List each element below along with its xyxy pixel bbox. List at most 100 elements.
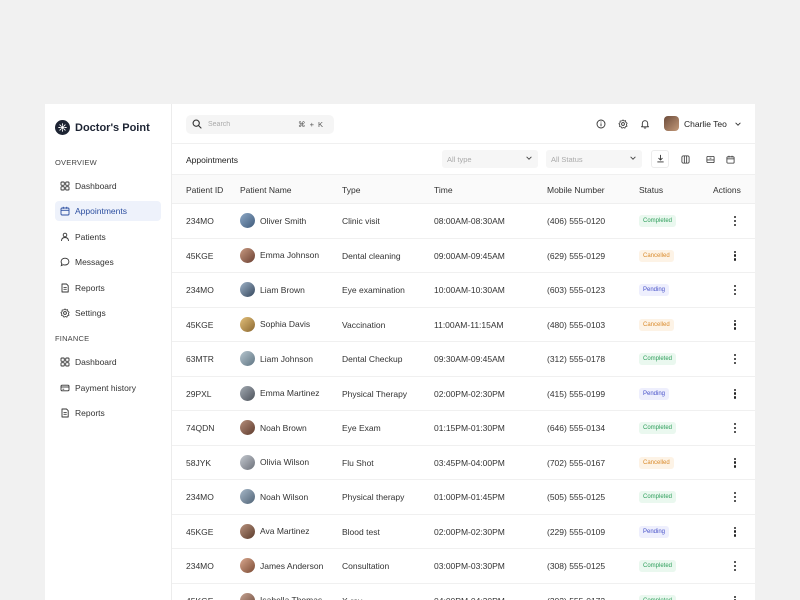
patient-name-cell[interactable]: Isabella Thomas	[240, 592, 322, 600]
avatar	[240, 558, 255, 573]
patient-name-cell[interactable]: Noah Wilson	[240, 489, 308, 504]
mobile-number: (702) 555-0167	[547, 457, 606, 468]
chevron-down-icon	[734, 120, 742, 128]
patient-name-cell[interactable]: Sophia Davis	[240, 316, 310, 332]
sidebar-item-dashboard[interactable]: Dashboard	[55, 176, 161, 196]
patient-name-cell[interactable]: Emma Martinez	[240, 385, 320, 401]
column-header-time[interactable]: Time	[434, 185, 453, 195]
table-row[interactable]: 63MTR Liam Johnson Dental Checkup 09:30AM-0…	[172, 342, 755, 377]
patient-name-cell[interactable]: Oliver Smith	[240, 213, 306, 228]
sidebar-section-finance: FINANCE	[55, 334, 90, 343]
patient-id: 45KGE	[186, 319, 214, 330]
avatar	[240, 489, 255, 504]
sidebar-item-dashboard[interactable]: Dashboard	[55, 352, 161, 372]
payment-icon	[60, 383, 70, 393]
sidebar-item-label: Appointments	[75, 206, 127, 216]
column-header-patient-id[interactable]: Patient ID	[186, 185, 223, 195]
more-actions-icon[interactable]	[732, 491, 738, 503]
more-actions-icon[interactable]	[732, 422, 738, 434]
patient-name-cell[interactable]: James Anderson	[240, 558, 323, 573]
sidebar-item-messages[interactable]: Messages	[55, 252, 161, 272]
table-row[interactable]: 45KGE Isabella Thomas X-ray 04:00PM-04:30PM…	[172, 584, 755, 600]
more-actions-icon[interactable]	[732, 250, 738, 262]
table-row[interactable]: 234MO Liam Brown Eye examination 10:00AM-10…	[172, 273, 755, 308]
report-icon	[60, 283, 70, 293]
bell-icon[interactable]	[639, 118, 651, 130]
chevron-down-icon	[525, 154, 533, 164]
patient-name-cell[interactable]: Noah Brown	[240, 420, 307, 435]
gear-icon[interactable]	[617, 118, 629, 130]
more-actions-icon[interactable]	[732, 526, 738, 538]
appointment-time: 02:00PM-02:30PM	[434, 388, 505, 399]
avatar	[664, 116, 679, 131]
table-row[interactable]: 45KGE Ava Martinez Blood test 02:00PM-02:30…	[172, 515, 755, 549]
sidebar-item-settings[interactable]: Settings	[55, 303, 161, 323]
type-filter-select[interactable]: All type	[442, 150, 538, 168]
mobile-number: (646) 555-0134	[547, 423, 606, 433]
status-filter-select[interactable]: All Status	[546, 150, 642, 168]
patient-name-cell[interactable]: Olivia Wilson	[240, 454, 309, 470]
more-actions-icon[interactable]	[732, 319, 738, 331]
patient-name-cell[interactable]: Liam Brown	[240, 282, 305, 297]
archive-icon[interactable]	[705, 154, 715, 164]
patient-name-cell[interactable]: Emma Johnson	[240, 247, 319, 263]
download-button[interactable]	[651, 150, 669, 168]
avatar	[240, 247, 255, 263]
table-row[interactable]: 45KGE Emma Johnson Dental cleaning 09:00AM-…	[172, 239, 755, 273]
sidebar-item-reports[interactable]: Reports	[55, 278, 161, 298]
avatar	[240, 351, 255, 366]
user-menu[interactable]: Charlie Teo	[664, 116, 742, 131]
patient-id: 74QDN	[186, 423, 215, 433]
brand-name: Doctor's Point	[75, 121, 150, 134]
more-actions-icon[interactable]	[732, 353, 738, 365]
column-header-status[interactable]: Status	[639, 185, 663, 195]
column-header-patient-name[interactable]: Patient Name	[240, 185, 292, 195]
table-row[interactable]: 234MO James Anderson Consultation 03:00PM-0…	[172, 549, 755, 584]
patient-id: 29PXL	[186, 388, 212, 399]
sidebar-item-appointments[interactable]: Appointments	[55, 201, 161, 221]
status-badge: Pending	[639, 525, 670, 538]
table-row[interactable]: 74QDN Noah Brown Eye Exam 01:15PM-01:30PM (6…	[172, 411, 755, 446]
table-row[interactable]: 234MO Noah Wilson Physical therapy 01:00PM-…	[172, 480, 755, 515]
more-actions-icon[interactable]	[732, 215, 738, 227]
download-icon	[656, 150, 665, 168]
sidebar-item-payment-history[interactable]: Payment history	[55, 378, 161, 398]
patient-id: 234MO	[186, 492, 214, 502]
more-actions-icon[interactable]	[732, 457, 738, 469]
report-icon	[60, 408, 70, 418]
patient-id: 234MO	[186, 216, 214, 226]
search-bar[interactable]: ⌘ + K	[186, 115, 334, 134]
calendar-icon	[60, 206, 70, 216]
calendar-icon[interactable]	[725, 154, 735, 164]
column-header-mobile[interactable]: Mobile Number	[547, 185, 605, 195]
appointment-type: Consultation	[342, 561, 390, 571]
grid-icon	[60, 181, 70, 191]
mobile-number: (505) 555-0125	[547, 492, 606, 502]
table-row[interactable]: 45KGE Sophia Davis Vaccination 11:00AM-11:1…	[172, 308, 755, 342]
more-actions-icon[interactable]	[732, 560, 738, 572]
table-row[interactable]: 58JYK Olivia Wilson Flu Shot 03:45PM-04:00P…	[172, 446, 755, 480]
table-row[interactable]: 29PXL Emma Martinez Physical Therapy 02:00P…	[172, 377, 755, 411]
appointment-type: Blood test	[342, 526, 380, 537]
column-header-type[interactable]: Type	[342, 185, 360, 195]
avatar	[240, 282, 255, 297]
search-input[interactable]	[208, 121, 298, 128]
appointment-type: Eye Exam	[342, 423, 381, 433]
mobile-number: (480) 555-0103	[547, 319, 606, 330]
info-icon[interactable]	[595, 118, 607, 130]
more-actions-icon[interactable]	[732, 284, 738, 296]
table-row[interactable]: 234MO Oliver Smith Clinic visit 08:00AM-08:…	[172, 204, 755, 239]
sidebar-item-patients[interactable]: Patients	[55, 227, 161, 247]
patient-name-cell[interactable]: Liam Johnson	[240, 351, 313, 366]
patient-name-cell[interactable]: Ava Martinez	[240, 523, 309, 539]
more-actions-icon[interactable]	[732, 388, 738, 400]
status-badge: Completed	[639, 422, 677, 434]
columns-icon[interactable]	[680, 154, 690, 164]
brand[interactable]: Doctor's Point	[55, 120, 150, 135]
patient-id: 45KGE	[186, 526, 214, 537]
status-badge: Completed	[639, 215, 677, 227]
patients-icon	[60, 232, 70, 242]
appointment-time: 03:45PM-04:00PM	[434, 457, 505, 468]
sidebar-item-reports[interactable]: Reports	[55, 403, 161, 423]
more-actions-icon[interactable]	[732, 595, 738, 600]
